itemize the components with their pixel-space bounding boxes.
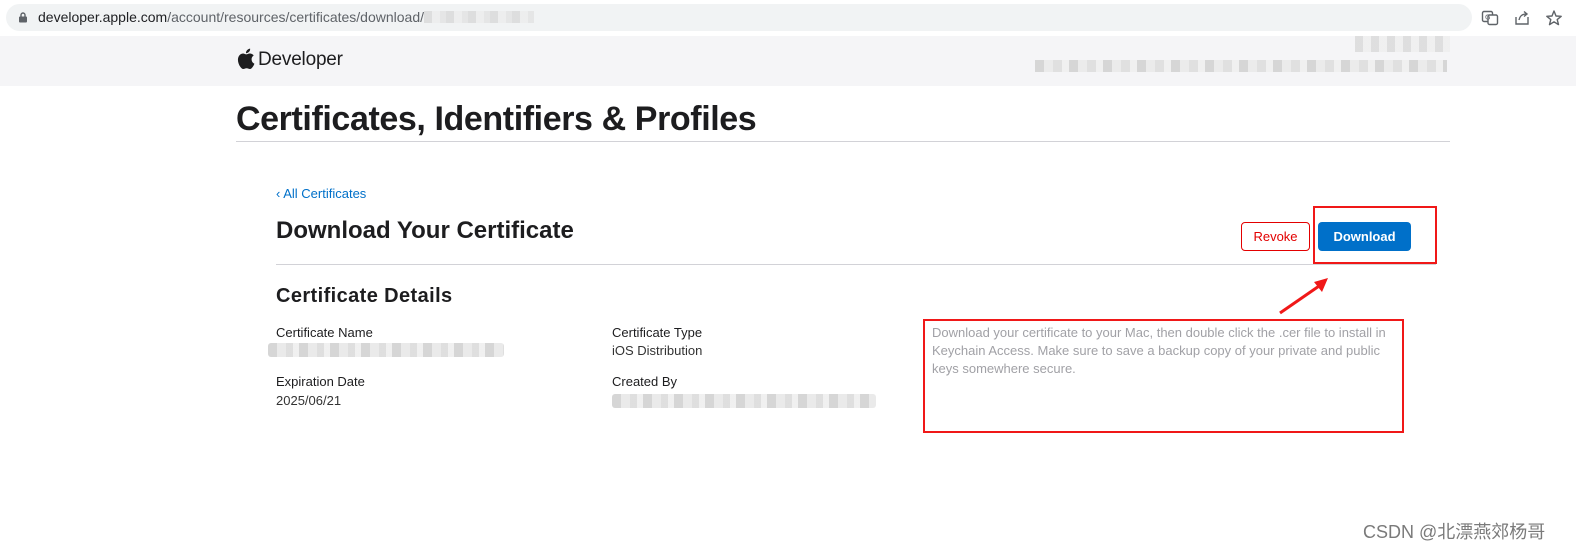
translate-icon[interactable]: G (1481, 9, 1499, 27)
url-host: developer.apple.com (38, 9, 168, 25)
certificate-details-heading: Certificate Details (276, 285, 453, 307)
url-path: /account/resources/certificates/download… (167, 9, 425, 25)
download-highlight-box (1313, 206, 1437, 264)
expiration-date-value: 2025/06/21 (276, 393, 342, 408)
apple-logo-icon[interactable] (237, 48, 255, 69)
certificate-type-label: Certificate Type (612, 325, 703, 340)
redacted-account-info (1035, 60, 1447, 72)
section-divider (276, 264, 1436, 265)
svg-text:G: G (1485, 14, 1490, 22)
title-divider (236, 141, 1450, 142)
share-icon[interactable] (1513, 9, 1531, 27)
created-by-label: Created By (612, 374, 678, 389)
download-heading: Download Your Certificate (276, 217, 574, 244)
instructions-highlight-box (923, 319, 1404, 433)
lock-icon[interactable] (18, 12, 28, 23)
page-title: Certificates, Identifiers & Profiles (236, 100, 757, 138)
url-text[interactable]: developer.apple.com/account/resources/ce… (38, 9, 535, 25)
redacted-url-segment (424, 11, 535, 23)
developer-brand[interactable]: Developer (258, 49, 343, 71)
expiration-date-label: Expiration Date (276, 374, 365, 389)
redacted-certificate-name (268, 343, 504, 357)
revoke-button[interactable]: Revoke (1241, 222, 1310, 251)
address-bar[interactable]: developer.apple.com/account/resources/ce… (6, 4, 1472, 31)
redacted-created-by (612, 394, 876, 408)
browser-toolbar: developer.apple.com/account/resources/ce… (0, 0, 1576, 36)
certificate-type-value: iOS Distribution (612, 343, 703, 358)
annotation-arrow-icon (1279, 278, 1328, 315)
certificate-name-label: Certificate Name (276, 325, 373, 340)
watermark: CSDN @北漂燕郊杨哥 (1363, 522, 1546, 542)
bookmark-star-icon[interactable] (1545, 9, 1563, 27)
all-certificates-link[interactable]: ‹ All Certificates (276, 186, 366, 201)
redacted-account-name (1355, 36, 1450, 52)
developer-header: Developer (0, 36, 1576, 86)
